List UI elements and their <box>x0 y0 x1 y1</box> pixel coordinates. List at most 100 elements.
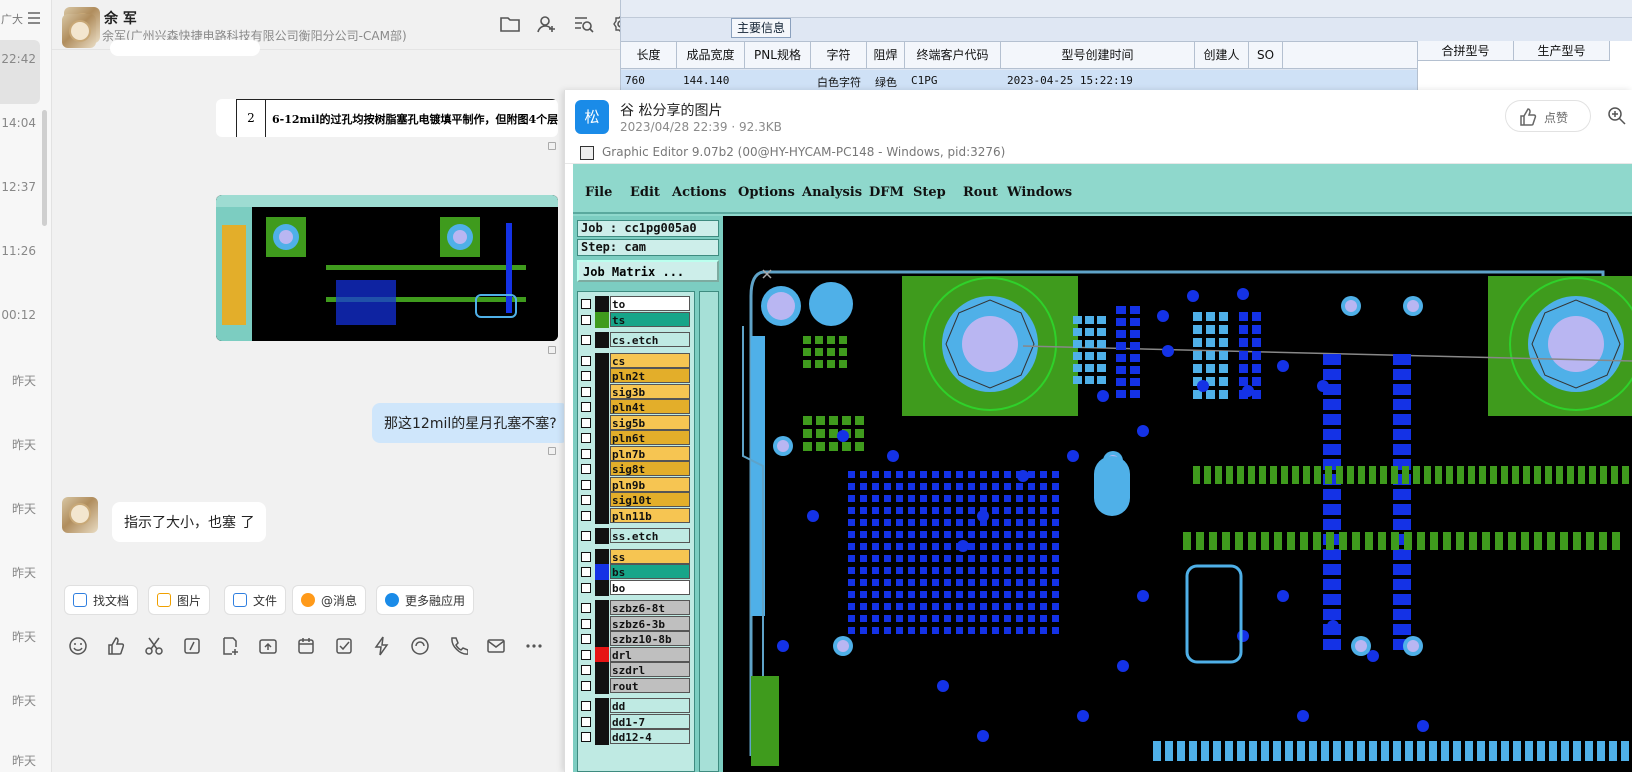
zoom-in-icon[interactable] <box>1607 106 1627 126</box>
layer-checkbox[interactable] <box>581 335 591 345</box>
layer-checkbox[interactable] <box>581 603 591 613</box>
column-header[interactable]: PNL规格 <box>745 42 811 69</box>
layer-row-bo[interactable]: bo <box>578 579 694 596</box>
layer-row-sig8t[interactable]: sig8t <box>578 461 694 477</box>
conversation-time[interactable]: 14:04 <box>0 116 36 130</box>
conversation-scrollbar[interactable] <box>42 110 47 226</box>
layer-checkbox[interactable] <box>581 386 591 397</box>
conversation-time[interactable]: 00:12 <box>0 308 36 322</box>
layer-row-szbz6-3b[interactable]: szbz6-3b <box>578 615 694 632</box>
folder-icon[interactable] <box>499 14 521 34</box>
task-check-icon[interactable] <box>334 636 354 656</box>
menu-windows[interactable]: Windows <box>1007 185 1072 200</box>
scissors-icon[interactable] <box>144 636 164 656</box>
thumbs-up-icon[interactable] <box>106 636 126 656</box>
menu-edit[interactable]: Edit <box>630 185 660 200</box>
layer-checkbox[interactable] <box>581 314 591 325</box>
layer-row-rout[interactable]: rout <box>578 677 694 694</box>
layer-checkbox[interactable] <box>581 618 591 629</box>
menu-options[interactable]: Options <box>738 185 795 200</box>
tab-main-info[interactable]: 主要信息 <box>731 18 791 38</box>
layer-checkbox[interactable] <box>581 634 591 644</box>
layer-row-pln6t[interactable]: pln6t <box>578 430 694 446</box>
conversation-time[interactable]: 昨天 <box>0 500 36 517</box>
upload-icon[interactable] <box>258 636 278 656</box>
more-apps-button[interactable]: 更多融应用 <box>376 585 475 615</box>
layer-row-pln11b[interactable]: pln11b <box>578 507 694 524</box>
layer-row-to[interactable]: to <box>578 296 694 312</box>
layer-row-dd[interactable]: dd <box>578 698 694 714</box>
layer-checkbox[interactable] <box>581 355 591 366</box>
layer-list-scrollbar[interactable] <box>699 291 719 772</box>
layer-checkbox[interactable] <box>581 495 591 505</box>
add-doc-icon[interactable] <box>220 636 240 656</box>
conversation-time[interactable]: 昨天 <box>0 564 36 581</box>
layer-row-szbz6-8t[interactable]: szbz6-8t <box>578 600 694 616</box>
layer-checkbox[interactable] <box>581 299 591 309</box>
command-icon[interactable] <box>182 636 202 656</box>
layer-checkbox[interactable] <box>581 417 591 428</box>
layer-row-cs[interactable]: cs <box>578 352 694 369</box>
layer-row-pln7b[interactable]: pln7b <box>578 445 694 462</box>
layer-row-szbz10-8b[interactable]: szbz10-8b <box>578 631 694 647</box>
menu-dfm[interactable]: DFM <box>869 185 904 200</box>
layer-row-dd1-7[interactable]: dd1-7 <box>578 713 694 730</box>
layer-checkbox[interactable] <box>581 680 591 691</box>
layer-row-drl[interactable]: drl <box>578 646 694 663</box>
reply-message-bubble[interactable]: 指示了大小，也塞 了 <box>112 502 267 542</box>
job-matrix-button[interactable]: Job Matrix ... <box>577 260 719 282</box>
menu-icon[interactable] <box>28 12 40 24</box>
search-history-icon[interactable] <box>573 14 595 34</box>
layer-checkbox[interactable] <box>581 701 591 711</box>
menu-file[interactable]: File <box>585 185 612 200</box>
layer-row-ts[interactable]: ts <box>578 311 694 328</box>
layer-checkbox[interactable] <box>581 402 591 412</box>
conversation-time[interactable]: 12:37 <box>0 180 36 194</box>
layer-checkbox[interactable] <box>581 582 591 593</box>
pcb-canvas[interactable] <box>723 216 1632 772</box>
column-header[interactable]: 型号创建时间 <box>1001 42 1195 69</box>
layer-checkbox[interactable] <box>581 464 591 474</box>
layer-row-pln9b[interactable]: pln9b <box>578 476 694 493</box>
document-image-message[interactable]: 2 6-12mil的过孔均按树脂塞孔电镀填平制作，但附图4个层偏 <box>216 99 558 137</box>
conversation-time[interactable]: 昨天 <box>0 372 36 389</box>
phone-icon[interactable] <box>448 636 468 656</box>
sender-avatar[interactable] <box>62 497 98 533</box>
layer-row-ss.etch[interactable]: ss.etch <box>578 528 694 544</box>
calendar-icon[interactable] <box>296 636 316 656</box>
conversation-time[interactable]: 22:42 <box>0 52 36 66</box>
column-header[interactable]: 合拼型号 <box>1418 41 1514 61</box>
conversation-time[interactable]: 昨天 <box>0 752 36 769</box>
layer-row-ss[interactable]: ss <box>578 548 694 565</box>
layer-checkbox[interactable] <box>581 716 591 727</box>
active-conversation-highlight[interactable] <box>0 40 40 104</box>
like-button[interactable]: 点赞 <box>1505 100 1591 132</box>
layer-row-sig10t[interactable]: sig10t <box>578 492 694 508</box>
layer-row-sig3b[interactable]: sig3b <box>578 383 694 400</box>
column-header[interactable]: 成品宽度 <box>677 42 745 69</box>
column-header[interactable]: SO <box>1249 42 1283 69</box>
layer-row-szdrl[interactable]: szdrl <box>578 662 694 678</box>
column-header[interactable]: 字符 <box>811 42 867 69</box>
screen-share-icon[interactable] <box>410 636 430 656</box>
layer-row-sig5b[interactable]: sig5b <box>578 414 694 431</box>
menu-analysis[interactable]: Analysis <box>802 185 862 200</box>
emoji-icon[interactable] <box>68 636 88 656</box>
column-header[interactable]: 长度 <box>621 42 677 69</box>
shared-screenshot[interactable]: Graphic Editor 9.07b2 (00@HY-HYCAM-PC148… <box>565 142 1632 772</box>
conversation-time[interactable]: 昨天 <box>0 436 36 453</box>
file-button[interactable]: 文件 <box>224 585 287 615</box>
layer-checkbox[interactable] <box>581 448 591 459</box>
column-header[interactable]: 阻焊 <box>867 42 905 69</box>
add-user-icon[interactable] <box>536 14 558 34</box>
more-icon[interactable] <box>524 636 544 656</box>
layer-checkbox[interactable] <box>581 567 591 577</box>
layer-checkbox[interactable] <box>581 371 591 381</box>
column-header[interactable]: 生产型号 <box>1514 41 1610 61</box>
layer-checkbox[interactable] <box>581 551 591 562</box>
layer-checkbox[interactable] <box>581 479 591 490</box>
conversation-time[interactable]: 11:26 <box>0 244 36 258</box>
screenshot-image-message[interactable] <box>216 195 558 341</box>
layer-row-cs.etch[interactable]: cs.etch <box>578 332 694 348</box>
layer-checkbox[interactable] <box>581 433 591 443</box>
